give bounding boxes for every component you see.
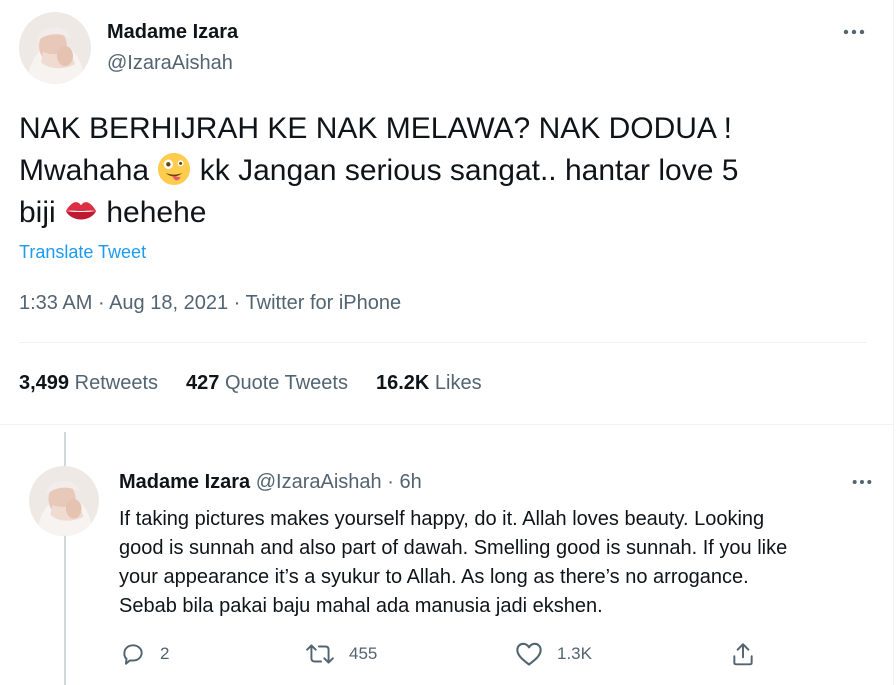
quote-tweets-stat[interactable]: 427 Quote Tweets bbox=[186, 371, 348, 395]
tweet-date[interactable]: Aug 18, 2021 bbox=[109, 292, 228, 314]
reply-header: Madame Izara @IzaraAishah · 6h bbox=[119, 470, 422, 494]
retweet-icon bbox=[306, 644, 334, 664]
tweet-text-segment: NAK BERHIJRAH KE NAK MELAWA? NAK DODUA ! bbox=[19, 112, 732, 145]
author-avatar[interactable] bbox=[19, 12, 91, 84]
divider bbox=[0, 424, 893, 425]
reply-author-handle[interactable]: @IzaraAishah bbox=[256, 471, 382, 493]
tweet-text-segment: kk Jangan serious sangat.. hantar love 5 bbox=[199, 154, 739, 187]
reply-age[interactable]: 6h bbox=[399, 471, 421, 493]
meta-separator: · bbox=[97, 292, 105, 314]
reply-author-avatar[interactable] bbox=[29, 466, 99, 536]
tweet-detail-page: Madame Izara @IzaraAishah NAK BERHIJRAH … bbox=[0, 0, 896, 685]
heart-icon bbox=[516, 642, 542, 666]
divider bbox=[19, 342, 867, 343]
tweet-text-segment: hehehe bbox=[106, 196, 207, 229]
reply-text-line: your appearance it’s a syukur to Allah. … bbox=[119, 566, 749, 588]
reply-more-options-button[interactable] bbox=[846, 470, 878, 494]
reply-bubble-icon bbox=[123, 644, 143, 665]
retweets-label: Retweets bbox=[74, 372, 158, 394]
avatar-image bbox=[29, 466, 99, 536]
likes-stat[interactable]: 16.2K Likes bbox=[376, 371, 482, 395]
author-name[interactable]: Madame Izara bbox=[107, 20, 238, 44]
author-handle[interactable]: @IzaraAishah bbox=[107, 51, 233, 75]
reply-text: If taking pictures makes yourself happy,… bbox=[119, 505, 879, 621]
more-options-button[interactable] bbox=[836, 20, 872, 44]
avatar-image bbox=[19, 12, 91, 84]
likes-count: 16.2K bbox=[375, 372, 430, 394]
tweet-metadata: 1:33 AM · Aug 18, 2021 · Twitter for iPh… bbox=[19, 291, 401, 315]
retweets-count: 3,499 bbox=[19, 372, 70, 394]
retweets-stat[interactable]: 3,499 Retweets bbox=[19, 371, 158, 395]
reply-count: 2 bbox=[160, 644, 170, 663]
share-icon bbox=[733, 643, 753, 666]
more-horizontal-icon bbox=[843, 29, 865, 35]
quote-tweets-count: 427 bbox=[186, 372, 220, 394]
tweet-text-line: biji hehehe bbox=[19, 192, 859, 234]
tweet-text-line: Mwahaha kk Jangan serious sangat.. hanta… bbox=[19, 150, 859, 192]
share-button[interactable] bbox=[730, 639, 756, 669]
tweet-text-line: NAK BERHIJRAH KE NAK MELAWA? NAK DODUA ! bbox=[19, 108, 859, 150]
more-horizontal-icon bbox=[852, 479, 872, 485]
like-button[interactable]: 1.3K bbox=[515, 639, 592, 669]
retweet-button[interactable]: 455 bbox=[305, 639, 377, 669]
reply-text-line: If taking pictures makes yourself happy,… bbox=[119, 508, 765, 530]
reply-button[interactable]: 2 bbox=[120, 639, 169, 669]
translate-tweet-link[interactable]: Translate Tweet bbox=[19, 241, 146, 263]
reply-author-name[interactable]: Madame Izara bbox=[119, 471, 250, 493]
quote-tweets-label: Quote Tweets bbox=[224, 372, 348, 394]
reply-text-line: good is sunnah and also part of dawah. S… bbox=[119, 537, 788, 559]
tweet-text-segment: biji bbox=[19, 196, 56, 229]
zany-face-emoji bbox=[158, 152, 191, 186]
tweet-stats: 3,499 Retweets 427 Quote Tweets 16.2K Li… bbox=[19, 371, 482, 395]
tweet-source[interactable]: Twitter for iPhone bbox=[246, 292, 402, 314]
meta-separator: · bbox=[387, 471, 394, 493]
kiss-mark-emoji bbox=[65, 202, 97, 220]
retweet-count: 455 bbox=[349, 644, 378, 663]
reply-text-line: Sebab bila pakai baju mahal ada manusia … bbox=[119, 595, 603, 617]
column-border bbox=[893, 0, 894, 685]
meta-separator: · bbox=[233, 292, 241, 314]
tweet-text: NAK BERHIJRAH KE NAK MELAWA? NAK DODUA !… bbox=[19, 108, 859, 234]
like-count: 1.3K bbox=[557, 644, 592, 663]
tweet-text-segment: Mwahaha bbox=[19, 154, 150, 187]
tweet-time[interactable]: 1:33 AM bbox=[19, 292, 92, 314]
likes-label: Likes bbox=[434, 372, 482, 394]
